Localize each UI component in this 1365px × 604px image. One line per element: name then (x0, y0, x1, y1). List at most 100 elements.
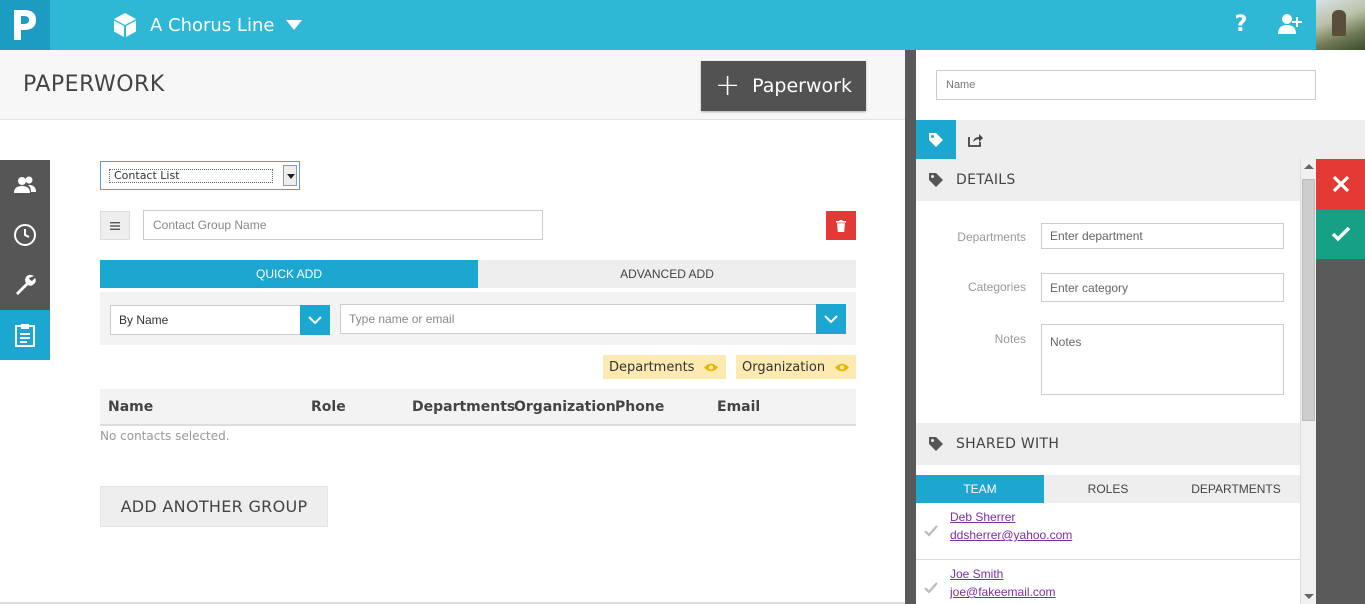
member-email-link[interactable]: joe@fakeemail.com (950, 585, 1056, 599)
scroll-up-icon[interactable] (1304, 164, 1314, 169)
categories-label: Categories (967, 280, 1026, 294)
contact-group-name-input[interactable] (143, 210, 543, 240)
contact-search-dropdown-button[interactable] (816, 304, 846, 334)
tag-icon (929, 132, 943, 147)
paperwork-type-value: Contact List (109, 169, 273, 183)
nav-item-paperwork[interactable] (0, 310, 50, 360)
column-toggle-departments[interactable]: Departments (603, 355, 726, 379)
trash-icon (836, 219, 846, 232)
check-icon[interactable] (924, 525, 938, 537)
add-paperwork-label: Paperwork (752, 75, 852, 97)
select-arrow-icon (283, 165, 297, 186)
avatar[interactable] (1316, 0, 1365, 50)
check-icon (1331, 226, 1350, 242)
scrollbar-thumb[interactable] (1302, 179, 1315, 421)
shared-with-title: SHARED WITH (956, 436, 1060, 452)
tab-details[interactable] (916, 120, 956, 159)
list-item: Joe Smith joe@fakeemail.com (916, 560, 1300, 604)
member-name-link[interactable]: Deb Sherrer (950, 510, 1015, 524)
share-icon (968, 133, 983, 147)
list-item: Deb Sherrer ddsherrer@yahoo.com (916, 503, 1300, 560)
scroll-down-icon[interactable] (1304, 594, 1314, 599)
search-by-value: By Name (119, 313, 169, 327)
member-email-link[interactable]: ddsherrer@yahoo.com (950, 528, 1072, 542)
chevron-down-icon (824, 314, 838, 323)
nav-item-schedule[interactable] (0, 210, 50, 260)
wrench-icon (16, 274, 36, 295)
chevron-down-icon (308, 315, 322, 324)
details-section-header: DETAILS (916, 159, 1300, 201)
categories-input[interactable] (1041, 273, 1284, 302)
column-toggle-organization[interactable]: Organization (736, 355, 856, 379)
team-icon (14, 176, 36, 193)
plus-icon: + (715, 68, 741, 103)
add-paperwork-button[interactable]: + Paperwork (701, 61, 866, 111)
contact-search-row: By Name (100, 292, 856, 345)
cube-icon (114, 13, 136, 37)
member-name-link[interactable]: Joe Smith (950, 567, 1003, 581)
save-button[interactable] (1316, 209, 1365, 259)
tab-quick-add[interactable]: QUICK ADD (100, 260, 478, 288)
chevron-down-icon (286, 20, 303, 30)
nav-item-contacts[interactable] (0, 160, 50, 210)
departments-input[interactable] (1041, 223, 1284, 249)
details-scroll-area: DETAILS Departments Categories Notes SHA… (916, 159, 1316, 604)
delete-group-button[interactable] (826, 211, 856, 240)
document-name-input[interactable] (936, 70, 1316, 100)
top-bar: A Chorus Line ? (0, 0, 1365, 50)
project-selector[interactable]: A Chorus Line (112, 10, 303, 40)
notes-textarea[interactable] (1041, 324, 1284, 395)
tab-share[interactable] (956, 120, 996, 159)
cancel-button[interactable] (1316, 159, 1365, 209)
notes-label: Notes (994, 332, 1026, 346)
share-tabs: TEAM ROLES DEPARTMENTS (916, 475, 1300, 503)
add-another-group-button[interactable]: ADD ANOTHER GROUP (100, 486, 328, 527)
clipboard-icon (15, 324, 35, 347)
tab-advanced-add[interactable]: ADVANCED ADD (478, 260, 856, 288)
column-header-departments[interactable]: Departments (412, 399, 515, 415)
contacts-table-header: Name Role Departments Organization Phone… (100, 389, 856, 426)
add-mode-tabs: QUICK ADD ADVANCED ADD (100, 260, 856, 288)
vertical-scrollbar[interactable] (1300, 159, 1316, 604)
contact-search-box (340, 304, 846, 334)
check-icon[interactable] (924, 582, 938, 594)
tab-team[interactable]: TEAM (916, 475, 1044, 503)
side-nav (0, 160, 50, 360)
details-section-title: DETAILS (956, 172, 1016, 188)
panel-tabs (916, 120, 1365, 159)
empty-contacts-message: No contacts selected. (100, 429, 230, 443)
tag-icon (929, 173, 943, 187)
reorder-handle[interactable] (100, 211, 130, 240)
project-title: A Chorus Line (150, 14, 275, 36)
column-header-organization[interactable]: Organization (514, 399, 616, 415)
column-header-phone[interactable]: Phone (615, 399, 664, 415)
clock-icon (14, 224, 36, 246)
menu-icon (110, 221, 120, 230)
column-header-email[interactable]: Email (717, 399, 760, 415)
search-by-dropdown-button[interactable] (300, 305, 330, 335)
logo-icon (14, 10, 36, 40)
column-header-name[interactable]: Name (108, 399, 153, 415)
column-toggle-label: Departments (609, 359, 695, 375)
panel-actions (1316, 159, 1365, 604)
nav-item-tools[interactable] (0, 260, 50, 310)
details-panel: DETAILS Departments Categories Notes SHA… (916, 50, 1365, 604)
column-header-role[interactable]: Role (311, 399, 346, 415)
eye-icon (835, 363, 850, 371)
tag-icon (929, 437, 943, 451)
help-icon[interactable]: ? (1230, 12, 1252, 37)
departments-label: Departments (957, 230, 1026, 244)
close-icon (1332, 175, 1349, 193)
app-logo[interactable] (0, 0, 50, 50)
column-toggle-label: Organization (742, 359, 826, 375)
paperwork-type-select[interactable]: Contact List (100, 161, 300, 190)
page-header: PAPERWORK + Paperwork (0, 50, 905, 120)
panel-divider[interactable] (905, 50, 916, 604)
contact-search-input[interactable] (341, 305, 811, 333)
page-title: PAPERWORK (23, 72, 165, 97)
tab-departments[interactable]: DEPARTMENTS (1172, 475, 1300, 503)
search-by-select[interactable]: By Name (110, 305, 330, 335)
eye-icon (704, 363, 719, 371)
tab-roles[interactable]: ROLES (1044, 475, 1172, 503)
add-user-icon[interactable] (1278, 12, 1302, 40)
